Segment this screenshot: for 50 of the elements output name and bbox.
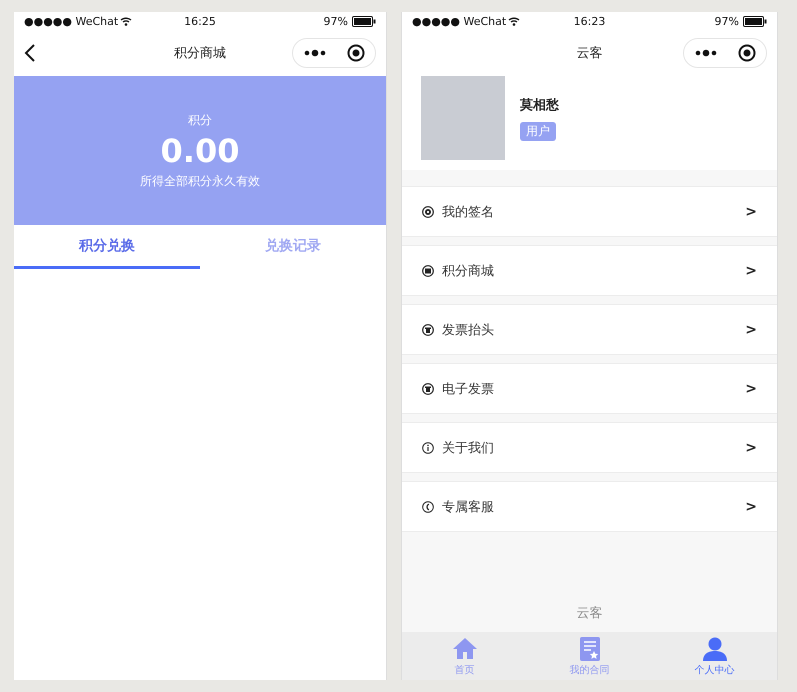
- menu-label: 关于我们: [442, 440, 495, 456]
- tab-bar-item[interactable]: 个人中心: [652, 632, 777, 680]
- invoice-icon: [422, 324, 434, 336]
- chevron-text: >: [745, 322, 757, 338]
- menu-item[interactable]: 专属客服 >: [402, 481, 777, 532]
- chevron-text: >: [745, 204, 757, 220]
- clock-time: 16:23: [572, 14, 606, 28]
- capsule-menu[interactable]: [683, 38, 767, 68]
- role-badge: 用户: [520, 122, 556, 140]
- chevron-text: >: [745, 262, 757, 278]
- menu-item[interactable]: 发票抬头 >: [402, 304, 777, 355]
- menu-label: 电子发票: [442, 380, 495, 398]
- clock-time: 16:25: [183, 14, 217, 28]
- footer-brand: 云客: [576, 605, 604, 623]
- carrier-label: ●●●●● WeChat: [24, 14, 118, 28]
- gear-icon: [422, 206, 434, 218]
- info-icon: [422, 442, 434, 454]
- chevron-text: >: [745, 498, 757, 514]
- more-icon[interactable]: [304, 49, 326, 57]
- close-target-icon[interactable]: [738, 44, 756, 62]
- more-icon[interactable]: [694, 49, 716, 57]
- shop-icon: [422, 264, 434, 276]
- menu-label: 发票抬头: [442, 322, 495, 338]
- menu-item[interactable]: 电子发票 >: [402, 363, 777, 414]
- menu-item[interactable]: 我的签名 >: [402, 186, 777, 237]
- menu-label: 专属客服: [442, 498, 495, 516]
- points-label: 积分: [188, 112, 212, 128]
- wifi-icon: [508, 16, 520, 26]
- menu-label: 我的签名: [442, 204, 495, 220]
- carrier-label: ●●●●● WeChat: [412, 14, 506, 28]
- page-title: 积分商城: [174, 45, 226, 62]
- battery-icon: [352, 16, 376, 26]
- points-value: 0.00: [160, 130, 240, 170]
- battery-icon: [742, 16, 767, 26]
- menu-label: 积分商城: [442, 262, 495, 280]
- chevron-text: >: [745, 380, 757, 396]
- battery-percent: 97%: [714, 14, 739, 28]
- wifi-icon: [120, 16, 132, 26]
- points-note: 所得全部积分永久有效: [140, 172, 260, 190]
- chevron-text: >: [745, 440, 757, 456]
- page-title: 云客: [576, 45, 602, 62]
- menu-item[interactable]: 积分商城 >: [402, 245, 777, 296]
- person-icon[interactable]: [702, 636, 728, 662]
- user-name: 莫相愁: [520, 96, 559, 114]
- capsule-menu[interactable]: [292, 38, 376, 68]
- invoice-icon: [422, 382, 434, 394]
- battery-percent: 97%: [324, 14, 348, 28]
- menu-item[interactable]: 关于我们 >: [402, 422, 777, 473]
- close-target-icon[interactable]: [346, 44, 364, 62]
- back-icon[interactable]: [24, 44, 36, 62]
